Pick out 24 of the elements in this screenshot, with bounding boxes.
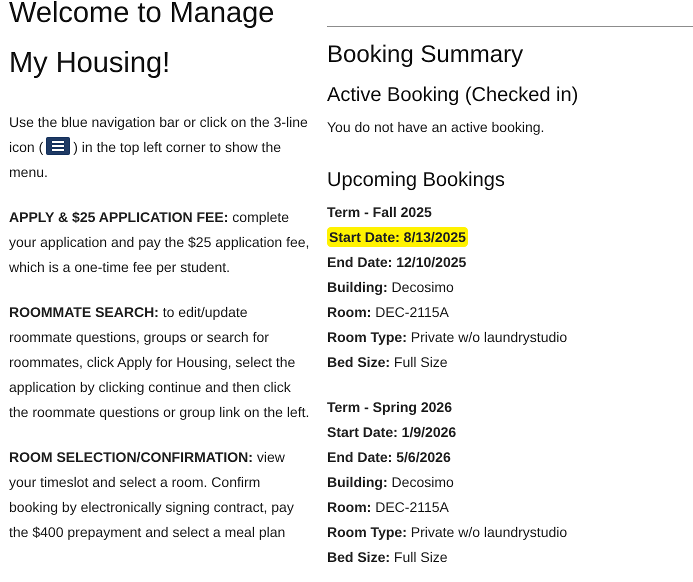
subsection-title: Upcoming Bookings — [327, 168, 506, 193]
booking-detail: End Date: 5/6/2026 — [327, 448, 451, 467]
booking-detail: Room Type: Private w/o laundrystudio — [327, 328, 568, 347]
status-text: You do not have an active booking. — [327, 118, 546, 137]
booking-detail: End Date: 12/10/2025 — [327, 253, 466, 272]
booking-detail: Term - Fall 2025 — [327, 203, 432, 222]
subsection-title: Active Booking (Checked in) — [327, 83, 580, 108]
booking-detail: Building: Decosimo — [327, 278, 454, 297]
instruction-paragraph: ROOM SELECTION/CONFIRMATION: view your timeslot and select a room. Confirm booking by electronically signing contract, pay the $400 prepayment and select a meal plan — [9, 448, 295, 542]
booking-detail: Bed Size: Full Size — [327, 353, 448, 372]
booking-detail: Building: Decosimo — [327, 473, 454, 492]
booking-detail: Room: DEC-2115A — [327, 498, 449, 517]
booking-detail: Start Date: 8/13/2025 — [327, 227, 468, 247]
menu-icon — [46, 137, 70, 155]
booking-detail: Term - Spring 2026 — [327, 398, 452, 417]
instruction-paragraph: ROOMMATE SEARCH: to edit/update roommate questions, groups or search for roommates, click Apply for Housing, select the application by clicking continue and then click the roommate questions or group link on the left. — [9, 303, 310, 422]
instruction-paragraph: APPLY & $25 APPLICATION FEE: complete your application and pay the $25 application fee, which is a one-time fee per student. — [9, 208, 310, 277]
booking-detail: Room: DEC-2115A — [327, 303, 449, 322]
page-title: Welcome to Manage My Housing! — [9, 0, 276, 81]
booking-detail: Room Type: Private w/o laundrystudio — [327, 523, 568, 542]
booking-detail: Start Date: 1/9/2026 — [327, 423, 456, 442]
intro-text: Use the blue navigation bar or click on the 3-line icon ( ) in the top left corner to show the menu. — [9, 113, 309, 182]
booking-detail: Bed Size: Full Size — [327, 548, 448, 567]
section-title: Booking Summary — [327, 40, 524, 70]
